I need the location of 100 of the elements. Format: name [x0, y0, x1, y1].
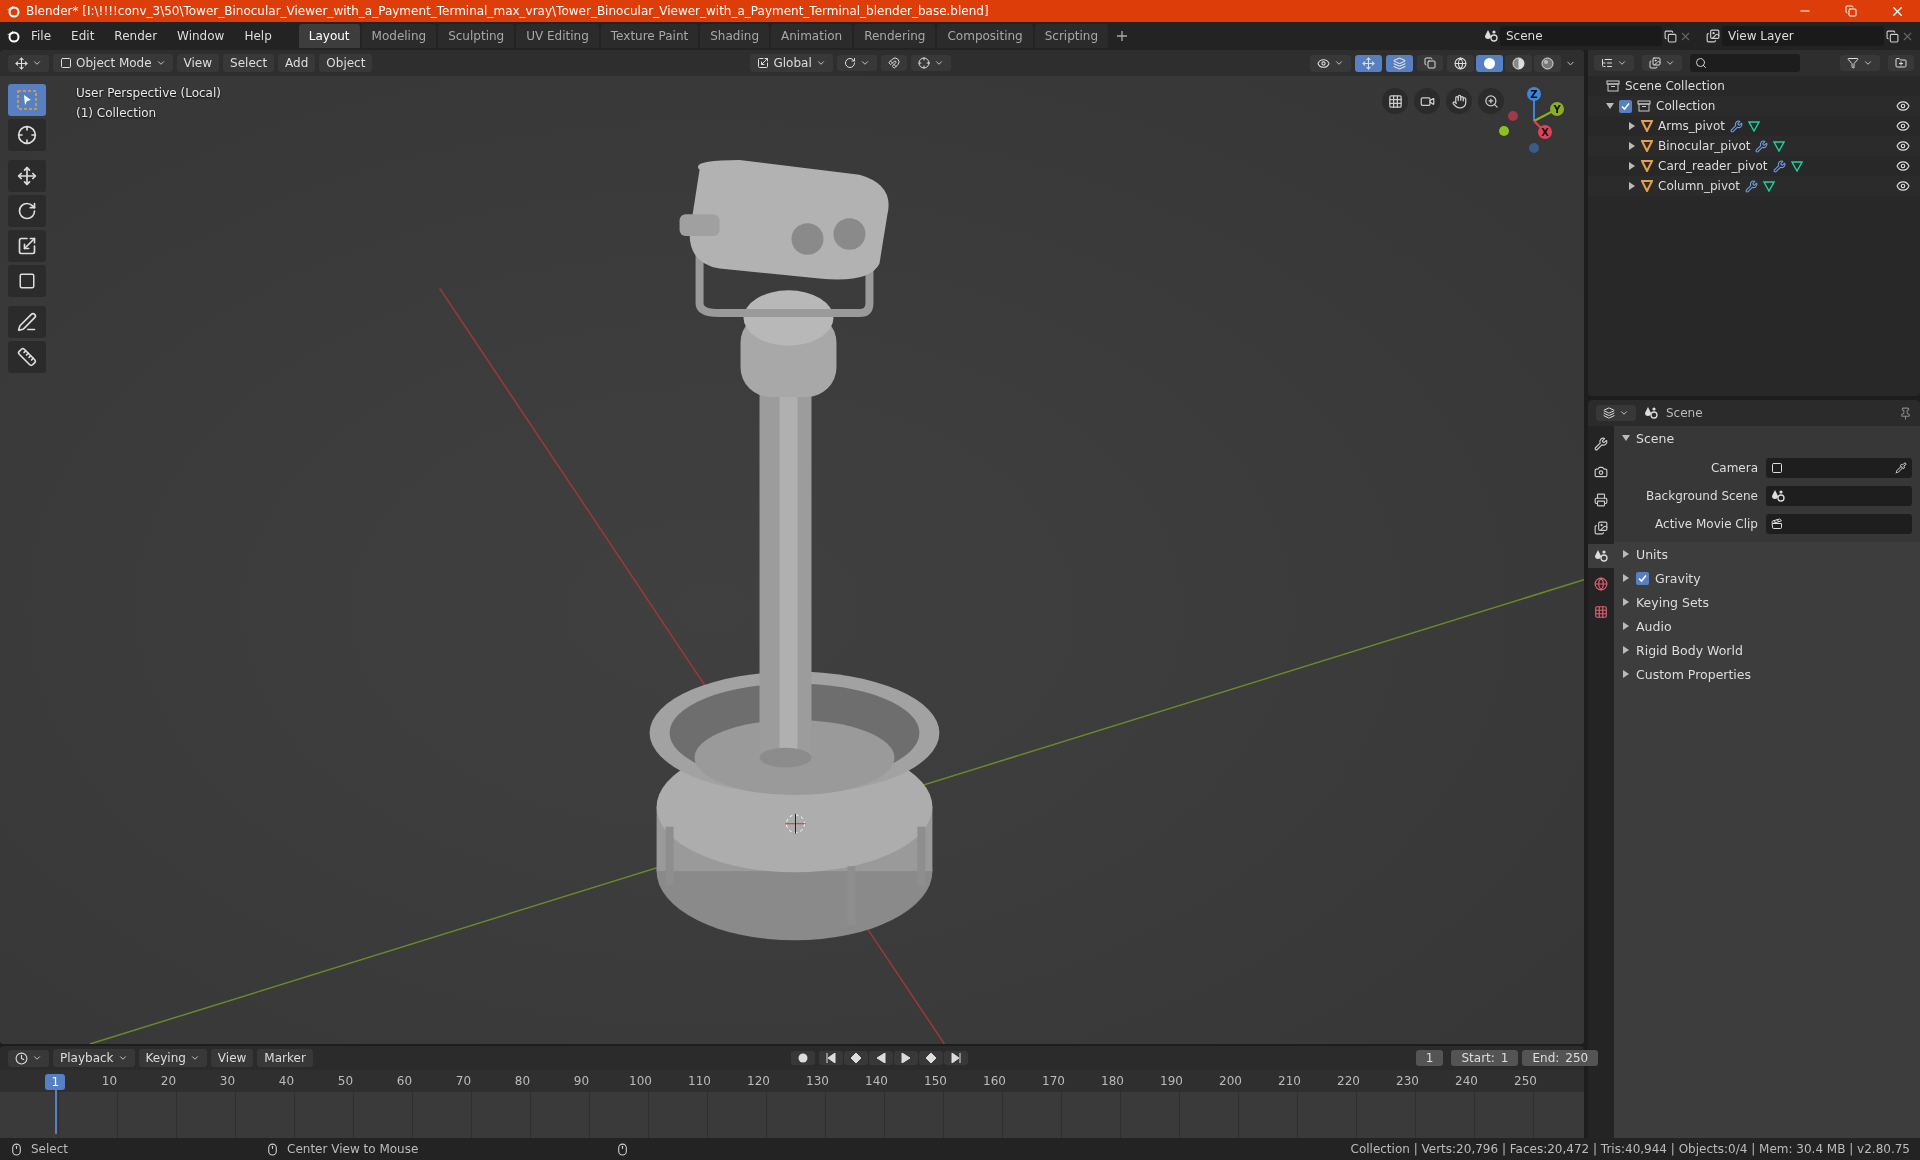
- object-field[interactable]: [1766, 514, 1912, 534]
- eye-icon[interactable]: [1896, 159, 1910, 173]
- eye-icon[interactable]: [1896, 119, 1910, 133]
- menu-item[interactable]: Marker: [257, 1049, 313, 1067]
- menu-item[interactable]: Render: [105, 26, 167, 46]
- filter-button[interactable]: [1840, 55, 1880, 71]
- object-field[interactable]: [1766, 458, 1912, 478]
- menu-item[interactable]: Add: [278, 54, 316, 72]
- panel-title[interactable]: Rigid Body World: [1636, 642, 1743, 658]
- workspace-tab[interactable]: Modeling: [361, 24, 437, 48]
- tool-button[interactable]: [8, 119, 46, 151]
- proportional-button[interactable]: [910, 55, 951, 71]
- camera-view-button[interactable]: [1414, 88, 1440, 114]
- expand-arrow-icon[interactable]: [1622, 434, 1630, 442]
- menu-item[interactable]: Keying: [138, 1049, 207, 1067]
- shading-button[interactable]: [1447, 54, 1474, 72]
- menu-item[interactable]: Help: [235, 26, 281, 46]
- view-layer-field[interactable]: View Layer: [1722, 26, 1884, 46]
- tool-button[interactable]: [8, 160, 46, 192]
- transport-button[interactable]: [918, 1051, 943, 1065]
- eye-icon[interactable]: [1896, 179, 1910, 193]
- panel-title[interactable]: Gravity: [1655, 570, 1701, 586]
- workspace-tab[interactable]: Texture Paint: [600, 24, 699, 48]
- search-field[interactable]: [1690, 54, 1800, 72]
- workspace-tab[interactable]: Compositing: [937, 24, 1033, 48]
- menu-item[interactable]: Playback: [53, 1049, 135, 1067]
- new-collection-button[interactable]: [1888, 55, 1914, 71]
- xray-button[interactable]: [1417, 55, 1443, 71]
- expand-arrow-icon[interactable]: [1622, 574, 1630, 582]
- pan-button[interactable]: [1446, 88, 1472, 114]
- menu-item[interactable]: File: [22, 26, 61, 46]
- shading-button[interactable]: [1476, 54, 1503, 72]
- outliner-item-label[interactable]: Binocular_pivot: [1658, 139, 1751, 153]
- editor-type-button[interactable]: [8, 54, 49, 72]
- record-button[interactable]: [790, 1051, 815, 1065]
- checkbox[interactable]: [1619, 99, 1632, 113]
- tool-button[interactable]: [8, 265, 46, 297]
- panel-title[interactable]: Scene: [1636, 430, 1675, 446]
- tool-button[interactable]: [8, 195, 46, 227]
- expand-arrow-icon[interactable]: [1622, 598, 1630, 606]
- menu-item[interactable]: View: [210, 1049, 254, 1067]
- expand-arrow-icon[interactable]: [1628, 162, 1636, 170]
- expand-arrow-icon[interactable]: [1622, 670, 1630, 678]
- copy-icon[interactable]: [1664, 29, 1677, 43]
- add-icon[interactable]: [1116, 30, 1129, 42]
- pin-icon[interactable]: [1899, 406, 1912, 420]
- outliner-item-label[interactable]: Column_pivot: [1658, 179, 1741, 193]
- workspace-tab[interactable]: Shading: [700, 24, 769, 48]
- tool-button[interactable]: [8, 306, 46, 338]
- menu-item[interactable]: Window: [168, 26, 234, 46]
- tool-button[interactable]: [8, 341, 46, 373]
- properties-tab[interactable]: [1588, 544, 1614, 568]
- scene-field[interactable]: Scene: [1500, 26, 1662, 46]
- expand-arrow-icon[interactable]: [1622, 646, 1630, 654]
- workspace-tab[interactable]: Scripting: [1034, 24, 1109, 48]
- current-frame-field[interactable]: 1: [1415, 1050, 1444, 1066]
- panel-title[interactable]: Units: [1636, 546, 1668, 562]
- outliner-item-label[interactable]: Card_reader_pivot: [1658, 159, 1768, 173]
- playhead-frame[interactable]: 1: [45, 1074, 66, 1090]
- menu-item[interactable]: View: [176, 54, 220, 72]
- expand-arrow-icon[interactable]: [1622, 550, 1630, 558]
- panel-title[interactable]: Custom Properties: [1636, 666, 1752, 682]
- expand-arrow-icon[interactable]: [1628, 142, 1636, 150]
- panel-title[interactable]: Audio: [1636, 618, 1672, 634]
- transport-button[interactable]: [843, 1051, 868, 1065]
- workspace-tab[interactable]: Layout: [298, 24, 360, 48]
- transport-button[interactable]: [818, 1051, 843, 1065]
- mode-dropdown[interactable]: Object Mode: [53, 54, 173, 72]
- menu-item[interactable]: Select: [223, 54, 275, 72]
- snap-button[interactable]: [880, 55, 907, 71]
- tool-button[interactable]: [8, 230, 46, 262]
- expand-arrow-icon[interactable]: [1606, 102, 1614, 110]
- display-mode-button[interactable]: [1594, 55, 1634, 71]
- outliner-item-label[interactable]: Arms_pivot: [1658, 119, 1725, 133]
- menu-item[interactable]: Edit: [62, 26, 104, 46]
- pivot-button[interactable]: [836, 55, 877, 71]
- start-frame-field[interactable]: Start: 1: [1451, 1050, 1519, 1066]
- outliner-item-label[interactable]: Scene Collection: [1625, 79, 1725, 93]
- editor-type-button[interactable]: [8, 1049, 49, 1067]
- zoom-button[interactable]: [1478, 88, 1504, 114]
- expand-arrow-icon[interactable]: [1628, 122, 1636, 130]
- end-frame-field[interactable]: End: 250: [1522, 1050, 1599, 1066]
- workspace-tab[interactable]: Animation: [771, 24, 853, 48]
- transport-button[interactable]: [868, 1051, 893, 1065]
- visibility-button[interactable]: [1310, 54, 1351, 72]
- gizmo-button[interactable]: [1355, 54, 1382, 72]
- shading-button[interactable]: [1505, 54, 1532, 72]
- checkbox[interactable]: [1636, 571, 1649, 585]
- transport-button[interactable]: [893, 1051, 918, 1065]
- overlay-button[interactable]: [1386, 54, 1413, 72]
- eye-icon[interactable]: [1896, 99, 1910, 113]
- panel-title[interactable]: Keying Sets: [1636, 594, 1709, 610]
- navigation-gizmo[interactable]: Z Y X: [1499, 86, 1569, 156]
- workspace-tab[interactable]: UV Editing: [516, 24, 599, 48]
- workspace-tab[interactable]: Rendering: [854, 24, 936, 48]
- eye-icon[interactable]: [1896, 139, 1910, 153]
- workspace-tab[interactable]: Sculpting: [438, 24, 515, 48]
- view-layer-button[interactable]: [1642, 55, 1682, 71]
- orientation-dropdown[interactable]: Global: [750, 54, 833, 72]
- expand-arrow-icon[interactable]: [1628, 182, 1636, 190]
